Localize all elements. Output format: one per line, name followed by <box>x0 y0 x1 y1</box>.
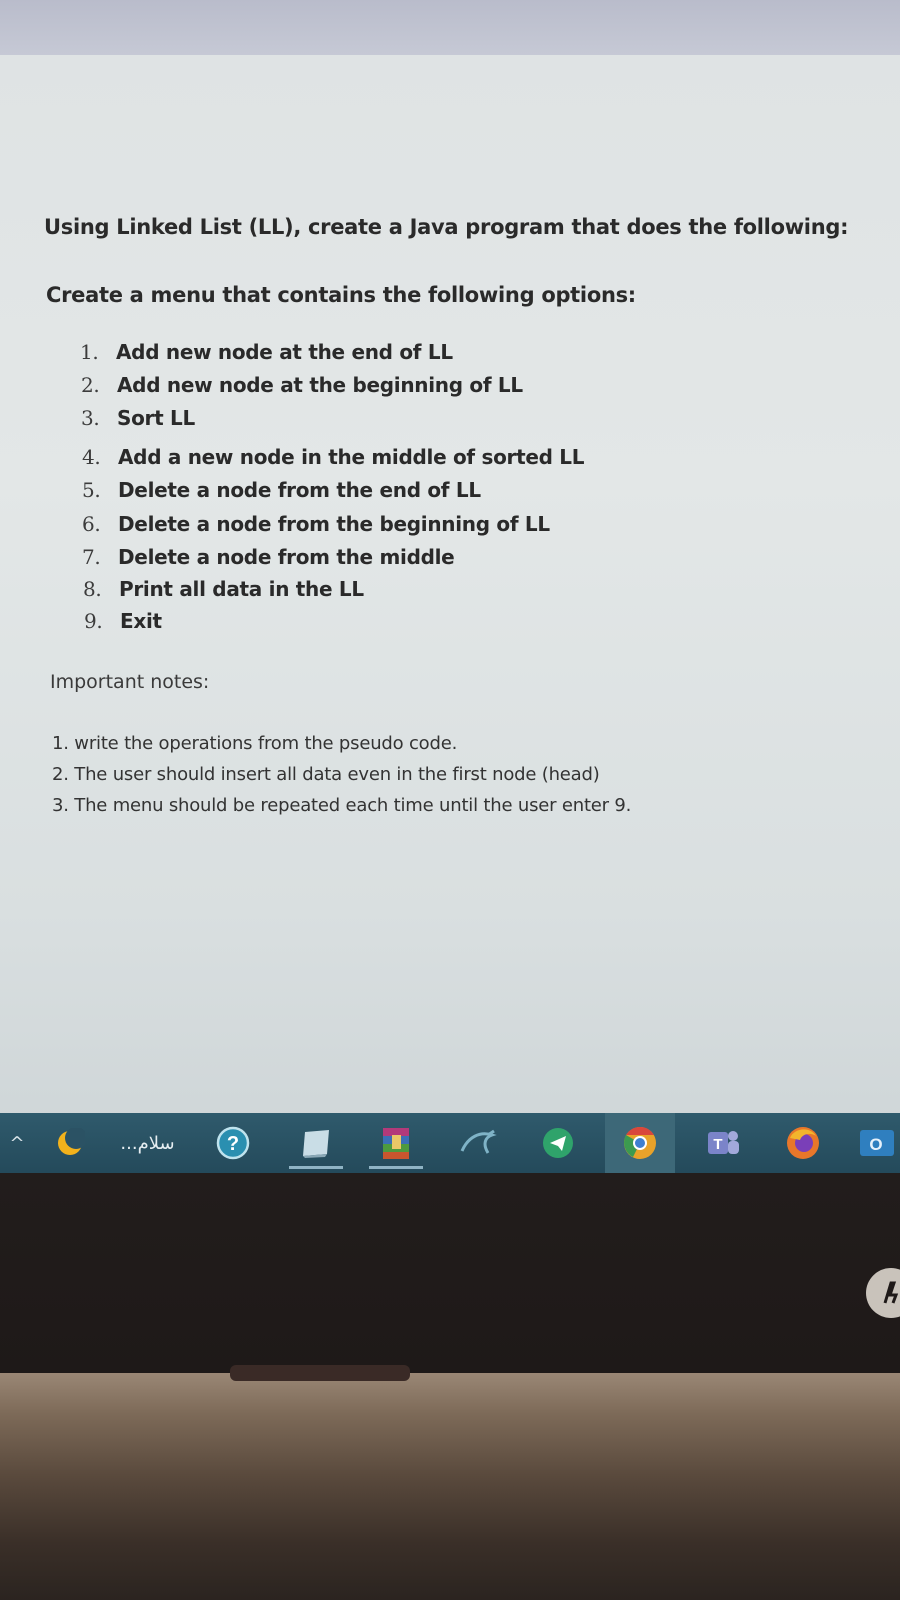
menu-option-3: 3. Sort LL <box>81 406 195 430</box>
chevron-up-icon[interactable]: ^ <box>2 1113 32 1173</box>
option-number: 8. <box>83 577 102 601</box>
option-text: Sort LL <box>117 406 195 430</box>
menu-option-8: 8. Print all data in the LL <box>83 577 364 601</box>
top-bezel <box>0 0 900 60</box>
outlook-icon[interactable]: O <box>852 1113 900 1173</box>
option-text: Delete a node from the end of LL <box>118 478 481 502</box>
option-text: Add new node at the beginning of LL <box>117 373 523 397</box>
chrome-icon[interactable] <box>605 1113 675 1173</box>
svg-text:O: O <box>869 1135 882 1154</box>
document-title: Using Linked List (LL), create a Java pr… <box>44 215 849 239</box>
note-item: 3. The menu should be repeated each time… <box>52 795 632 816</box>
hp-logo-icon <box>866 1268 900 1318</box>
option-number: 4. <box>82 445 101 469</box>
notepad-icon[interactable] <box>285 1113 347 1173</box>
option-text: Add new node at the end of LL <box>116 340 453 364</box>
teams-icon[interactable]: T <box>695 1113 751 1173</box>
mysql-icon[interactable] <box>450 1113 506 1173</box>
option-number: 6. <box>82 512 101 536</box>
search-box[interactable]: ...سلام <box>100 1113 195 1173</box>
hinge <box>230 1365 410 1381</box>
document: Using Linked List (LL), create a Java pr… <box>0 55 900 955</box>
keyboard-deck <box>0 1373 900 1600</box>
menu-option-4: 4. Add a new node in the middle of sorted… <box>82 445 585 469</box>
menu-option-5: 5. Delete a node from the end of LL <box>82 478 481 502</box>
menu-option-2: 2. Add new node at the beginning of LL <box>81 373 523 397</box>
option-number: 9. <box>84 609 103 633</box>
taskbar: ^ ...سلام ? T O <box>0 1113 900 1173</box>
help-icon[interactable]: ? <box>210 1113 256 1173</box>
active-indicator <box>369 1166 423 1169</box>
search-text: ...سلام <box>120 1132 175 1154</box>
screen: Using Linked List (LL), create a Java pr… <box>0 55 900 1127</box>
option-number: 5. <box>82 478 101 502</box>
menu-option-9: 9. Exit <box>84 609 162 633</box>
option-number: 7. <box>82 545 101 569</box>
winrar-icon[interactable] <box>365 1113 427 1173</box>
notes-heading: Important notes: <box>50 671 210 693</box>
svg-text:?: ? <box>227 1133 239 1155</box>
option-number: 1. <box>80 340 99 364</box>
option-text: Print all data in the LL <box>119 577 364 601</box>
menu-option-6: 6. Delete a node from the beginning of LL <box>82 512 550 536</box>
option-number: 3. <box>81 406 100 430</box>
firefox-icon[interactable] <box>775 1113 831 1173</box>
option-text: Exit <box>120 609 162 633</box>
svg-text:T: T <box>713 1136 722 1153</box>
menu-option-1: 1. Add new node at the end of LL <box>80 340 453 364</box>
option-text: Delete a node from the middle <box>118 545 455 569</box>
moon-icon[interactable] <box>50 1113 90 1173</box>
note-item: 2. The user should insert all data even … <box>52 764 600 785</box>
telegram-icon[interactable] <box>530 1113 586 1173</box>
option-number: 2. <box>81 373 100 397</box>
lower-bezel <box>0 1173 900 1373</box>
option-text: Add a new node in the middle of sorted L… <box>118 445 585 469</box>
menu-option-7: 7. Delete a node from the middle <box>82 545 455 569</box>
note-item: 1. write the operations from the pseudo … <box>52 733 458 754</box>
active-indicator <box>289 1166 343 1169</box>
option-text: Delete a node from the beginning of LL <box>118 512 550 536</box>
document-subtitle: Create a menu that contains the followin… <box>46 283 636 307</box>
